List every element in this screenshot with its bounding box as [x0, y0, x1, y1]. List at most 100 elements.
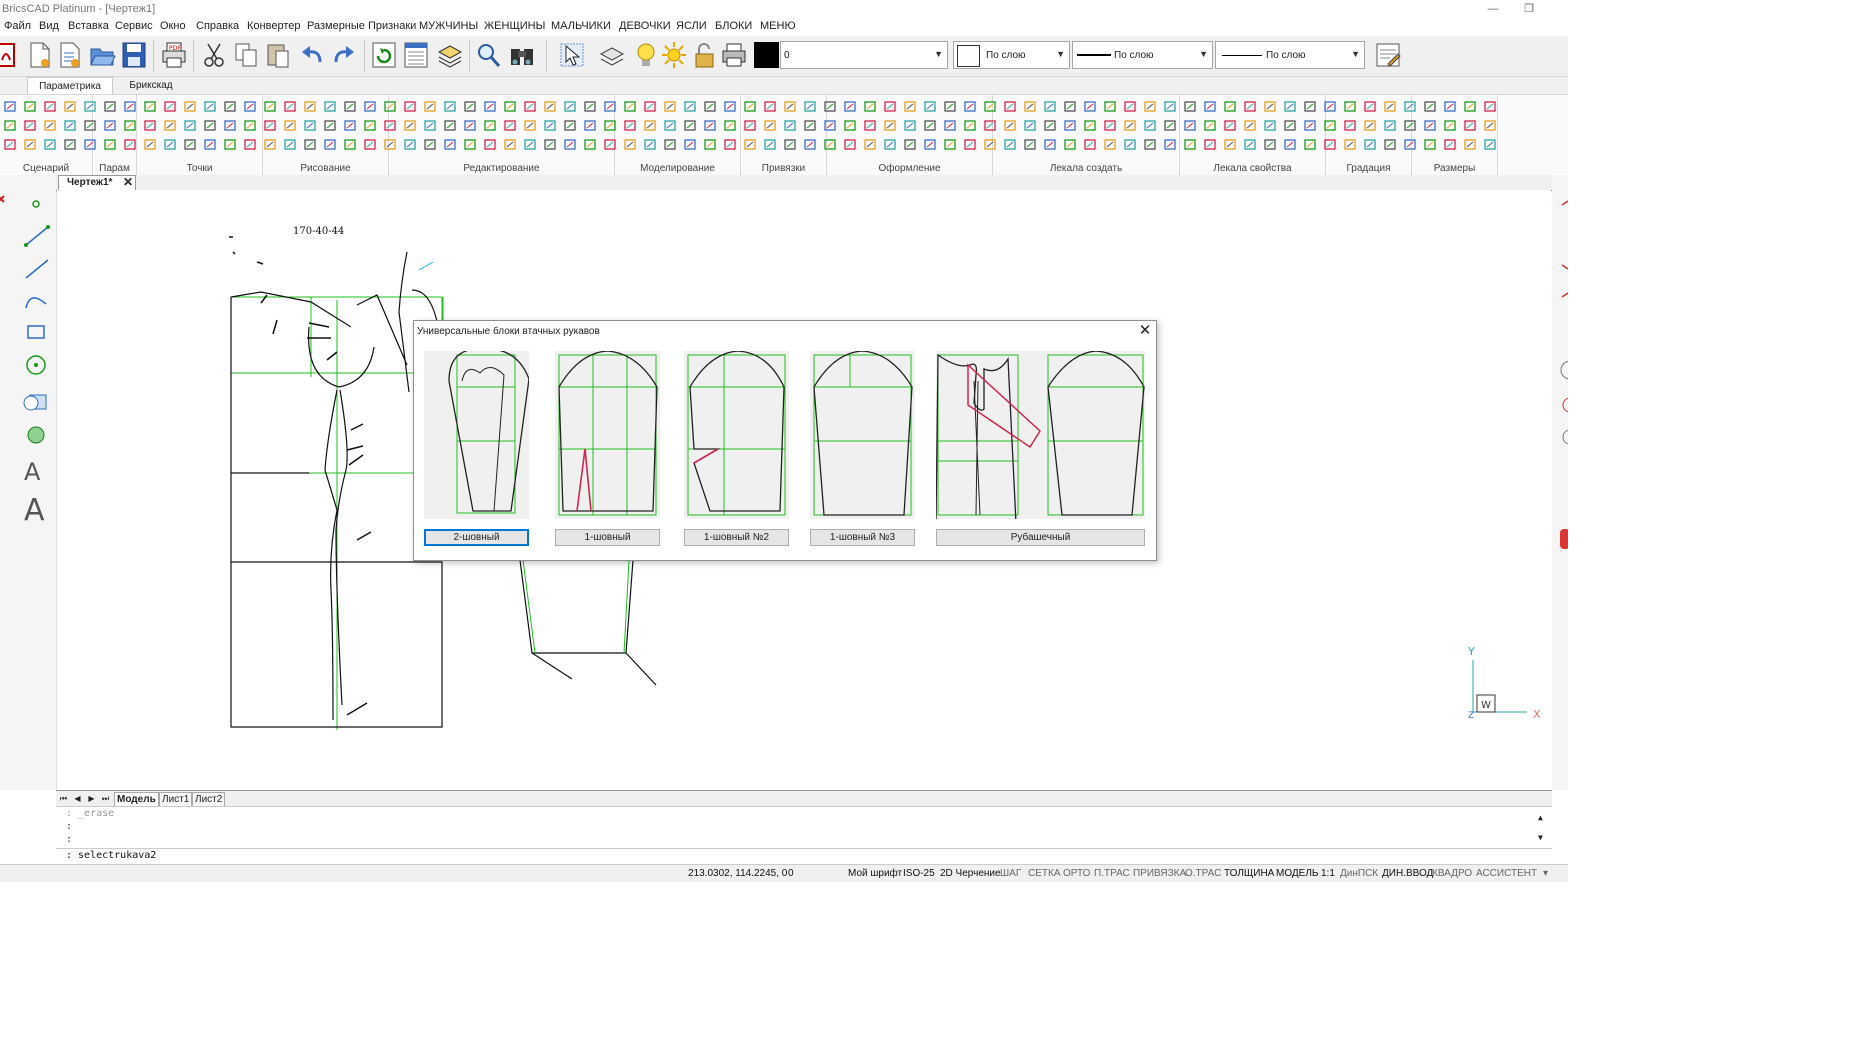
open-folder-icon[interactable] [88, 40, 116, 70]
ribbon-tool-icon[interactable] [944, 139, 956, 150]
ribbon-tool-icon[interactable] [1344, 101, 1356, 112]
ribbon-tool-icon[interactable] [844, 139, 856, 150]
regen-icon[interactable] [370, 40, 398, 70]
ribbon-tool-icon[interactable] [1364, 120, 1376, 131]
ribbon-tool-icon[interactable] [84, 139, 96, 150]
ribbon-tool-icon[interactable] [1224, 139, 1236, 150]
ribbon-tool-icon[interactable] [1364, 101, 1376, 112]
ribbon-tool-icon[interactable] [264, 120, 276, 131]
ribbon-tool-icon[interactable] [384, 120, 396, 131]
ribbon-tool-icon[interactable] [1184, 120, 1196, 131]
tab-model[interactable]: Модель [114, 792, 159, 807]
ribbon-tool-icon[interactable] [1264, 139, 1276, 150]
tab-bricscad[interactable]: Брикскад [116, 77, 186, 94]
ribbon-tool-icon[interactable] [304, 101, 316, 112]
ribbon-tool-icon[interactable] [464, 139, 476, 150]
ribbon-tool-icon[interactable] [404, 101, 416, 112]
ribbon-tool-icon[interactable] [344, 139, 356, 150]
shirt-sleeve-button[interactable]: Рубашечный [936, 529, 1145, 546]
ribbon-tool-icon[interactable] [584, 139, 596, 150]
ribbon-tool-icon[interactable] [1244, 101, 1256, 112]
ribbon-tool-icon[interactable] [564, 101, 576, 112]
pdf-icon[interactable] [0, 40, 22, 70]
ribbon-tool-icon[interactable] [424, 139, 436, 150]
ribbon-tool-icon[interactable] [904, 120, 916, 131]
last-tab-icon[interactable]: ⏭ [100, 793, 111, 804]
ribbon-tool-icon[interactable] [484, 101, 496, 112]
one-seam-button[interactable]: 1-шовный [555, 529, 660, 546]
ribbon-tool-icon[interactable] [1004, 120, 1016, 131]
ribbon-tool-icon[interactable] [344, 101, 356, 112]
ribbon-tool-icon[interactable] [824, 101, 836, 112]
ribbon-tool-icon[interactable] [364, 139, 376, 150]
ribbon-tool-icon[interactable] [1224, 101, 1236, 112]
ribbon-tool-icon[interactable] [1444, 101, 1456, 112]
ribbon-tool-icon[interactable] [1144, 139, 1156, 150]
ribbon-tool-icon[interactable] [1424, 101, 1436, 112]
bulb-icon[interactable] [632, 40, 660, 70]
ribbon-tool-icon[interactable] [544, 139, 556, 150]
ribbon-tool-icon[interactable] [124, 120, 136, 131]
status-polar[interactable]: П.ТРАС [1094, 868, 1130, 879]
ribbon-tool-icon[interactable] [124, 139, 136, 150]
ribbon-tool-icon[interactable] [624, 101, 636, 112]
ribbon-tool-icon[interactable] [1464, 101, 1476, 112]
ribbon-tool-icon[interactable] [1124, 120, 1136, 131]
ribbon-tool-icon[interactable] [564, 120, 576, 131]
ribbon-tool-icon[interactable] [1164, 101, 1176, 112]
cut-icon[interactable] [200, 40, 228, 70]
menu-converter[interactable]: Конвертер [247, 20, 300, 32]
ribbon-tool-icon[interactable] [1184, 139, 1196, 150]
ribbon-tool-icon[interactable] [984, 139, 996, 150]
ribbon-tool-icon[interactable] [4, 101, 16, 112]
select-pointer-icon[interactable] [558, 40, 586, 70]
ribbon-tool-icon[interactable] [1424, 139, 1436, 150]
one-seam-sleeve-2-preview[interactable] [684, 350, 789, 519]
ribbon-tool-icon[interactable] [724, 120, 736, 131]
ribbon-tool-icon[interactable] [1024, 120, 1036, 131]
menu-menu[interactable]: МЕНЮ [760, 20, 796, 32]
ribbon-tool-icon[interactable] [1324, 120, 1336, 131]
ribbon-tool-icon[interactable] [1184, 101, 1196, 112]
ribbon-tool-icon[interactable] [1144, 101, 1156, 112]
ribbon-tool-icon[interactable] [744, 139, 756, 150]
paste-icon[interactable] [264, 40, 292, 70]
status-grid[interactable]: СЕТКА [1028, 868, 1061, 879]
ribbon-tool-icon[interactable] [284, 101, 296, 112]
ribbon-tool-icon[interactable] [704, 101, 716, 112]
ribbon-tool-icon[interactable] [744, 120, 756, 131]
ribbon-tool-icon[interactable] [1444, 139, 1456, 150]
ribbon-tool-icon[interactable] [944, 120, 956, 131]
ribbon-tool-icon[interactable] [1264, 101, 1276, 112]
ribbon-tool-icon[interactable] [324, 139, 336, 150]
new-file-icon[interactable] [26, 40, 54, 70]
ribbon-tool-icon[interactable] [4, 139, 16, 150]
ribbon-tool-icon[interactable] [864, 139, 876, 150]
ribbon-tool-icon[interactable] [604, 120, 616, 131]
ribbon-tool-icon[interactable] [524, 120, 536, 131]
ribbon-tool-icon[interactable] [1024, 139, 1036, 150]
menu-women[interactable]: ЖЕНЩИНЫ [484, 20, 545, 32]
tab-sheet1[interactable]: Лист1 [159, 792, 193, 807]
ribbon-tool-icon[interactable] [64, 139, 76, 150]
ribbon-tool-icon[interactable] [664, 101, 676, 112]
ribbon-tool-icon[interactable] [1044, 139, 1056, 150]
ribbon-tool-icon[interactable] [184, 101, 196, 112]
ribbon-tool-icon[interactable] [484, 139, 496, 150]
ribbon-tool-icon[interactable] [864, 101, 876, 112]
status-font[interactable]: Мой шрифт [848, 868, 902, 879]
ribbon-tool-icon[interactable] [924, 139, 936, 150]
ribbon-tool-icon[interactable] [884, 139, 896, 150]
menu-blocks[interactable]: БЛОКИ [715, 20, 752, 32]
ribbon-tool-icon[interactable] [1344, 139, 1356, 150]
ribbon-tool-icon[interactable] [1004, 139, 1016, 150]
ribbon-tool-icon[interactable] [344, 120, 356, 131]
scroll-up-icon[interactable]: ▲ [1538, 813, 1543, 822]
ribbon-tool-icon[interactable] [1304, 139, 1316, 150]
ribbon-tool-icon[interactable] [604, 139, 616, 150]
ribbon-tool-icon[interactable] [1384, 120, 1396, 131]
ribbon-tool-icon[interactable] [484, 120, 496, 131]
ribbon-tool-icon[interactable] [1384, 139, 1396, 150]
one-seam-2-button[interactable]: 1-шовный №2 [684, 529, 789, 546]
ribbon-tool-icon[interactable] [784, 101, 796, 112]
